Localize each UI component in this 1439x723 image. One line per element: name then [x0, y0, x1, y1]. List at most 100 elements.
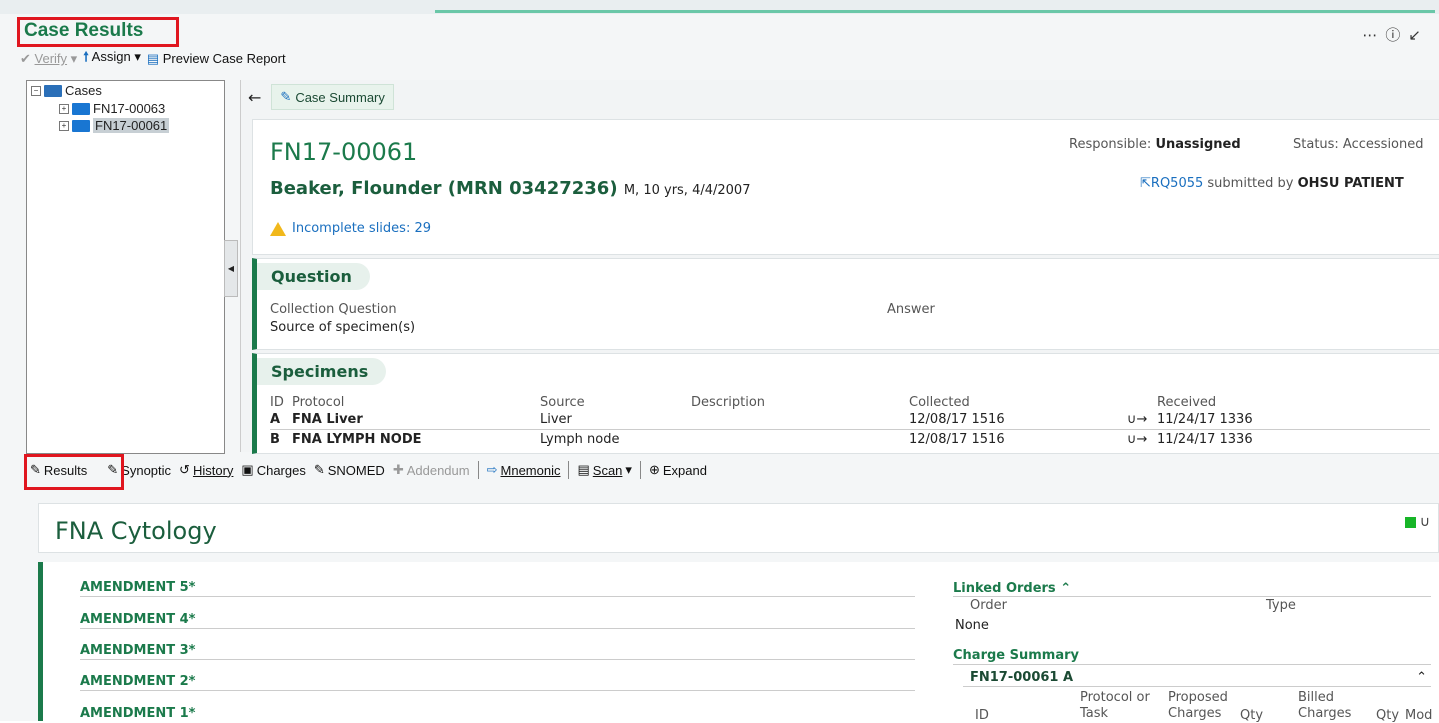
charge-summary-title: Charge Summary	[953, 648, 1079, 663]
submitted-by-label: submitted by	[1207, 176, 1294, 191]
money-icon: ▣	[241, 462, 254, 477]
assign-button[interactable]: 🠕 Assign ▾	[83, 48, 141, 70]
insert-text-icon: ⇨	[486, 462, 498, 477]
status-indicator	[1405, 517, 1416, 528]
synoptic-label: Synoptic	[121, 462, 172, 478]
tree-item-fn17-00063[interactable]: + FN17-00063	[59, 101, 165, 116]
external-link-icon: ⇱	[1140, 176, 1151, 191]
more-options-icon[interactable]: ⋯	[1362, 26, 1385, 44]
requisition-link[interactable]: ⇱RQ5055	[1140, 176, 1203, 191]
warning-icon	[270, 221, 286, 236]
folder-icon	[72, 102, 90, 115]
column-header-question: Collection Question	[270, 302, 397, 317]
amendment-4[interactable]: AMENDMENT 4*	[80, 612, 195, 627]
case-summary-label: Case Summary	[295, 89, 385, 105]
charge-col-billed: Billed Charges	[1298, 690, 1352, 721]
col-type: Type	[1266, 598, 1296, 613]
verify-button[interactable]: ✔ Verify ▾	[20, 51, 77, 67]
linked-orders-none: None	[955, 618, 989, 633]
plus-icon: ✚	[392, 462, 404, 477]
toolbar-separator	[639, 461, 641, 479]
col-id: ID	[270, 395, 284, 410]
collapse-panel-handle[interactable]: ◀	[224, 240, 238, 297]
amendment-2[interactable]: AMENDMENT 2*	[80, 674, 195, 689]
responsible: Responsible: Unassigned	[1069, 137, 1241, 152]
results-toolbar: ✎ Results ✎ Synoptic ↺ History ▣ Charges ✎ SN…	[0, 455, 1439, 485]
history-icon: ↺	[179, 462, 190, 477]
snomed-label: SNOMED	[327, 462, 385, 478]
mnemonic-label: Mnemonic	[500, 462, 561, 478]
col-description: Description	[691, 395, 766, 410]
incomplete-slides-warning[interactable]: Incomplete slides: 29	[270, 221, 431, 236]
collapse-icon[interactable]: −	[31, 85, 41, 96]
specimen-b-collected: 12/08/17 1516	[909, 432, 1005, 447]
divider	[953, 664, 1431, 665]
addendum-label: Addendum	[406, 462, 470, 478]
preview-case-report-button[interactable]: ▤ Preview Case Report	[147, 51, 286, 67]
expand-icon[interactable]: +	[59, 120, 69, 131]
expand-icon[interactable]: +	[59, 103, 69, 114]
linked-orders-heading[interactable]: Linked Orders ⌃	[953, 581, 1071, 596]
tree-item-label: FN17-00063	[93, 101, 166, 116]
incomplete-slides-label: Incomplete slides: 29	[292, 221, 432, 236]
zoom-in-icon: ⊕	[648, 462, 660, 477]
col-order: Order	[970, 598, 1007, 613]
case-status: Status: Accessioned	[1293, 137, 1424, 152]
amendment-divider	[80, 628, 915, 629]
case-toolbar: ✔ Verify ▾ 🠕 Assign ▾ ▤ Preview Case Rep…	[20, 48, 286, 70]
mnemonic-button[interactable]: ⇨ Mnemonic	[483, 462, 565, 478]
history-label: History	[192, 462, 234, 478]
check-icon: ✔	[20, 51, 31, 66]
history-button[interactable]: ↺ History	[175, 462, 237, 478]
expand-label: Expand	[662, 462, 707, 478]
addendum-button[interactable]: ✚ Addendum	[389, 462, 474, 478]
report-header-card	[38, 503, 1439, 553]
specimen-a-protocol[interactable]: FNA Liver	[292, 412, 363, 427]
collapse-up-icon[interactable]: ⌃	[1416, 670, 1427, 685]
col-protocol: Protocol	[292, 395, 345, 410]
charge-col-protocol: Protocol or Task	[1080, 690, 1150, 721]
edit-document-icon: ✎	[280, 89, 292, 104]
requisition-info: ⇱RQ5055 submitted by OHSU PATIENT	[1140, 176, 1404, 191]
case-tree: − Cases + FN17-00063 + FN17-00061	[26, 80, 225, 454]
row-divider	[270, 429, 1430, 430]
report-title: FNA Cytology	[55, 517, 217, 545]
collapse-window-icon[interactable]: ↙	[1408, 26, 1429, 44]
amendment-5[interactable]: AMENDMENT 5*	[80, 580, 195, 595]
specimen-a-collected: 12/08/17 1516	[909, 412, 1005, 427]
case-summary-tab[interactable]: ✎ Case Summary	[271, 84, 394, 110]
scanner-icon: ▤	[577, 462, 590, 477]
collapse-up-icon: ⌃	[1060, 581, 1072, 596]
requisition-link-label: RQ5055	[1150, 176, 1204, 191]
divider	[953, 596, 1431, 597]
tree-item-fn17-00061[interactable]: + FN17-00061	[59, 118, 170, 133]
submitted-by-value: OHSU PATIENT	[1297, 176, 1404, 191]
verify-label: Verify	[34, 51, 68, 66]
scan-button[interactable]: ▤ Scan ▾	[573, 462, 635, 478]
help-icon[interactable]: ⓘ	[1385, 26, 1408, 44]
col-collected: Collected	[909, 395, 970, 410]
specimen-a-id: A	[270, 412, 281, 427]
summary-tabbar: ← ✎ Case Summary	[248, 84, 394, 110]
specimens-section: Specimens ID Protocol Source Description…	[252, 353, 1439, 454]
specimen-a-received: 11/24/17 1336	[1157, 412, 1253, 427]
amendment-3[interactable]: AMENDMENT 3*	[80, 643, 195, 658]
amendment-1[interactable]: AMENDMENT 1*	[80, 706, 195, 721]
responsible-value[interactable]: Unassigned	[1155, 137, 1240, 152]
charge-col-proposed: Proposed Charges	[1168, 690, 1228, 721]
tree-root-label: Cases	[65, 83, 102, 98]
specimen-tube-icon: ∪	[1419, 514, 1430, 530]
expand-button[interactable]: ⊕ Expand	[645, 462, 711, 478]
active-tab-indicator	[435, 10, 1435, 13]
back-arrow-icon[interactable]: ←	[248, 88, 261, 107]
received-tube-icon: ∪→	[1127, 432, 1148, 447]
snomed-button[interactable]: ✎ SNOMED	[310, 462, 389, 478]
tree-root[interactable]: − Cases	[31, 83, 102, 98]
charges-button[interactable]: ▣ Charges	[237, 462, 309, 478]
case-id: FN17-00061	[270, 138, 418, 166]
charges-label: Charges	[256, 462, 306, 478]
specimen-b-protocol[interactable]: FNA LYMPH NODE	[292, 432, 422, 447]
caret-left-icon: ◀	[227, 264, 235, 273]
amendment-divider	[80, 596, 915, 597]
specimen-b-id: B	[270, 432, 280, 447]
